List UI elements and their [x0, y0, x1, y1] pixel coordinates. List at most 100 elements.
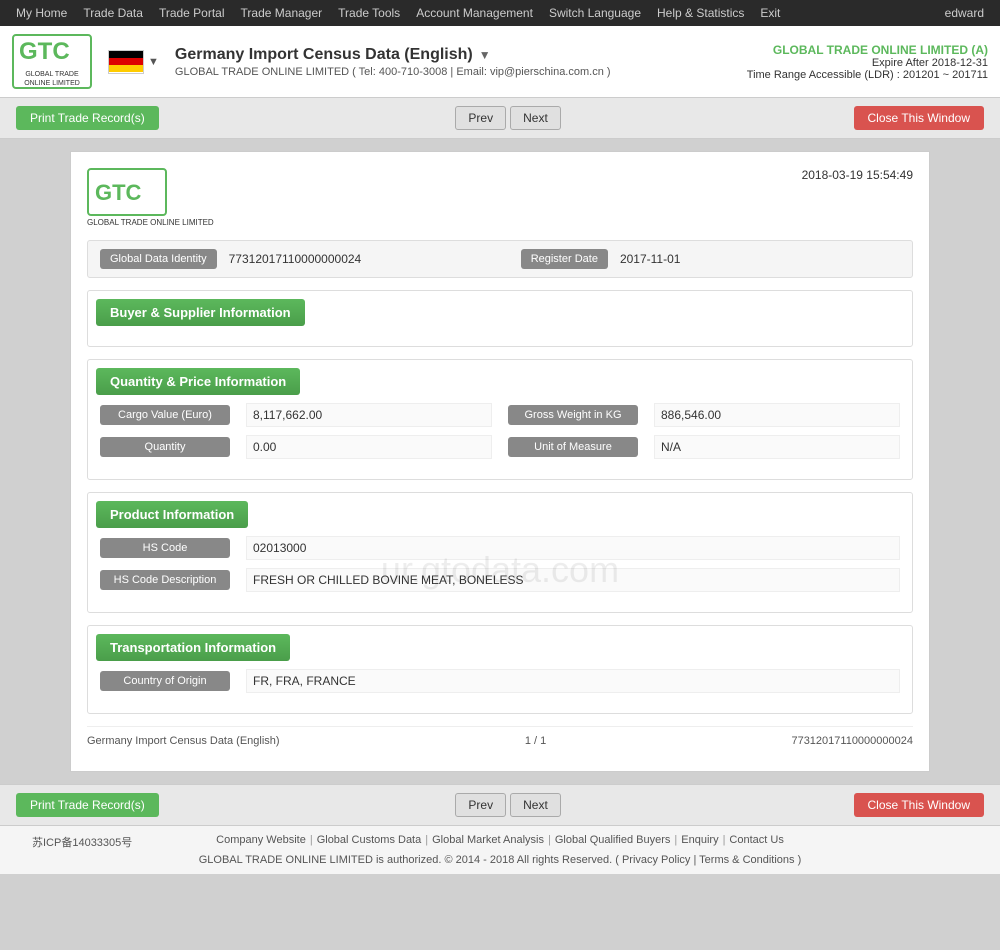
- global-data-identity-value: 77312017110000000024: [229, 252, 509, 266]
- record-footer-page: 1 / 1: [525, 735, 546, 747]
- quantity-value: 0.00: [246, 435, 492, 459]
- record-footer: Germany Import Census Data (English) 1 /…: [87, 726, 913, 755]
- record-footer-id: 77312017110000000024: [791, 735, 913, 747]
- cargo-value-label: Cargo Value (Euro): [100, 405, 230, 425]
- footer-links: Company Website | Global Customs Data | …: [216, 834, 784, 846]
- gross-weight-label: Gross Weight in KG: [508, 405, 638, 425]
- current-user: edward: [937, 6, 992, 20]
- next-button-bottom[interactable]: Next: [510, 793, 561, 817]
- language-flag-area[interactable]: ▼: [108, 50, 159, 74]
- top-action-bar: Print Trade Record(s) Prev Next Close Th…: [0, 98, 1000, 139]
- nav-switch-language[interactable]: Switch Language: [541, 0, 649, 26]
- page-title: Germany Import Census Data (English) ▼: [175, 46, 747, 64]
- hs-code-label: HS Code: [100, 538, 230, 558]
- quantity-price-body: Cargo Value (Euro) 8,117,662.00 Gross We…: [88, 395, 912, 479]
- record-footer-title: Germany Import Census Data (English): [87, 735, 280, 747]
- buyer-supplier-body: [88, 326, 912, 346]
- quantity-label: Quantity: [100, 437, 230, 457]
- unit-of-measure-value: N/A: [654, 435, 900, 459]
- logo-area: GTC GLOBAL TRADE ONLINE LIMITED: [12, 34, 92, 89]
- nav-exit[interactable]: Exit: [752, 0, 788, 26]
- logo: GTC GLOBAL TRADE ONLINE LIMITED: [12, 34, 92, 89]
- time-range: Time Range Accessible (LDR) : 201201 ~ 2…: [747, 69, 988, 81]
- hs-code-description-label: HS Code Description: [100, 570, 230, 590]
- flag-dropdown-arrow[interactable]: ▼: [148, 56, 159, 68]
- print-button-top[interactable]: Print Trade Record(s): [16, 106, 159, 130]
- footer-link-contact-us[interactable]: Contact Us: [729, 834, 783, 846]
- icp-number: 苏ICP备14033305号: [32, 834, 132, 850]
- footer-link-enquiry[interactable]: Enquiry: [681, 834, 718, 846]
- footer-sep-2: |: [425, 834, 428, 846]
- product-header: Product Information: [96, 501, 248, 528]
- header-right: GLOBAL TRADE ONLINE LIMITED (A) Expire A…: [747, 43, 988, 81]
- product-body: ur.gtodata.com HS Code 02013000 HS Code …: [88, 528, 912, 612]
- transportation-body: Country of Origin FR, FRA, FRANCE: [88, 661, 912, 713]
- nav-trade-tools[interactable]: Trade Tools: [330, 0, 408, 26]
- quantity-price-section: Quantity & Price Information Cargo Value…: [87, 359, 913, 480]
- country-of-origin-row: Country of Origin FR, FRA, FRANCE: [100, 669, 900, 693]
- footer-sep-4: |: [674, 834, 677, 846]
- print-button-bottom[interactable]: Print Trade Record(s): [16, 793, 159, 817]
- logo-subtitle: GLOBAL TRADE ONLINE LIMITED: [16, 71, 88, 88]
- navigation-buttons-bottom: Prev Next: [451, 793, 560, 817]
- footer-sep-5: |: [723, 834, 726, 846]
- country-of-origin-value: FR, FRA, FRANCE: [246, 669, 900, 693]
- next-button-top[interactable]: Next: [510, 106, 561, 130]
- prev-button-bottom[interactable]: Prev: [455, 793, 506, 817]
- country-of-origin-label: Country of Origin: [100, 671, 230, 691]
- main-content: GTC GLOBAL TRADE ONLINE LIMITED 2018-03-…: [0, 139, 1000, 784]
- quantity-row: Quantity 0.00 Unit of Measure N/A: [100, 435, 900, 459]
- footer-sep-3: |: [548, 834, 551, 846]
- footer-sep-1: |: [310, 834, 313, 846]
- nav-trade-portal[interactable]: Trade Portal: [151, 0, 233, 26]
- footer-link-customs-data[interactable]: Global Customs Data: [317, 834, 422, 846]
- top-navigation: My Home Trade Data Trade Portal Trade Ma…: [0, 0, 1000, 26]
- transportation-header: Transportation Information: [96, 634, 290, 661]
- bottom-action-bar: Print Trade Record(s) Prev Next Close Th…: [0, 784, 1000, 825]
- record-logo: GTC GLOBAL TRADE ONLINE LIMITED: [87, 168, 214, 228]
- logo-text: GTC: [17, 35, 87, 71]
- nav-my-home[interactable]: My Home: [8, 0, 75, 26]
- footer-copyright: GLOBAL TRADE ONLINE LIMITED is authorize…: [16, 854, 984, 866]
- page-title-area: Germany Import Census Data (English) ▼ G…: [175, 46, 747, 78]
- nav-trade-manager[interactable]: Trade Manager: [233, 0, 331, 26]
- close-button-top[interactable]: Close This Window: [854, 106, 984, 130]
- footer-top: 苏ICP备14033305号 Company Website | Global …: [16, 834, 984, 850]
- hs-code-description-row: HS Code Description FRESH OR CHILLED BOV…: [100, 568, 900, 592]
- quantity-price-header: Quantity & Price Information: [96, 368, 300, 395]
- navigation-buttons-top: Prev Next: [451, 106, 560, 130]
- register-date-value: 2017-11-01: [620, 252, 900, 266]
- register-date-label: Register Date: [521, 249, 608, 269]
- buyer-supplier-header: Buyer & Supplier Information: [96, 299, 305, 326]
- nav-account-management[interactable]: Account Management: [408, 0, 541, 26]
- page-header: GTC GLOBAL TRADE ONLINE LIMITED ▼ German…: [0, 26, 1000, 98]
- record-logo-box: GTC: [87, 168, 167, 216]
- svg-text:GTC: GTC: [95, 180, 142, 205]
- cargo-value-row: Cargo Value (Euro) 8,117,662.00 Gross We…: [100, 403, 900, 427]
- nav-trade-data[interactable]: Trade Data: [75, 0, 151, 26]
- close-button-bottom[interactable]: Close This Window: [854, 793, 984, 817]
- record-timestamp: 2018-03-19 15:54:49: [802, 168, 913, 182]
- transportation-section: Transportation Information Country of Or…: [87, 625, 913, 714]
- hs-code-description-value: FRESH OR CHILLED BOVINE MEAT, BONELESS: [246, 568, 900, 592]
- svg-text:GTC: GTC: [19, 38, 70, 65]
- title-dropdown-arrow[interactable]: ▼: [479, 48, 491, 62]
- cargo-value-value: 8,117,662.00: [246, 403, 492, 427]
- nav-help-statistics[interactable]: Help & Statistics: [649, 0, 752, 26]
- product-section: Product Information ur.gtodata.com HS Co…: [87, 492, 913, 613]
- gross-weight-value: 886,546.00: [654, 403, 900, 427]
- page-subtitle: GLOBAL TRADE ONLINE LIMITED ( Tel: 400-7…: [175, 66, 747, 78]
- unit-of-measure-label: Unit of Measure: [508, 437, 638, 457]
- record-container: GTC GLOBAL TRADE ONLINE LIMITED 2018-03-…: [70, 151, 930, 772]
- hs-code-value: 02013000: [246, 536, 900, 560]
- record-header: GTC GLOBAL TRADE ONLINE LIMITED 2018-03-…: [87, 168, 913, 228]
- german-flag: [108, 50, 144, 74]
- footer-link-qualified-buyers[interactable]: Global Qualified Buyers: [555, 834, 671, 846]
- global-data-identity-label: Global Data Identity: [100, 249, 217, 269]
- identity-row: Global Data Identity 7731201711000000002…: [87, 240, 913, 278]
- company-name: GLOBAL TRADE ONLINE LIMITED (A): [747, 43, 988, 57]
- record-logo-sub: GLOBAL TRADE ONLINE LIMITED: [87, 218, 214, 228]
- footer-link-market-analysis[interactable]: Global Market Analysis: [432, 834, 544, 846]
- prev-button-top[interactable]: Prev: [455, 106, 506, 130]
- footer-link-company-website[interactable]: Company Website: [216, 834, 306, 846]
